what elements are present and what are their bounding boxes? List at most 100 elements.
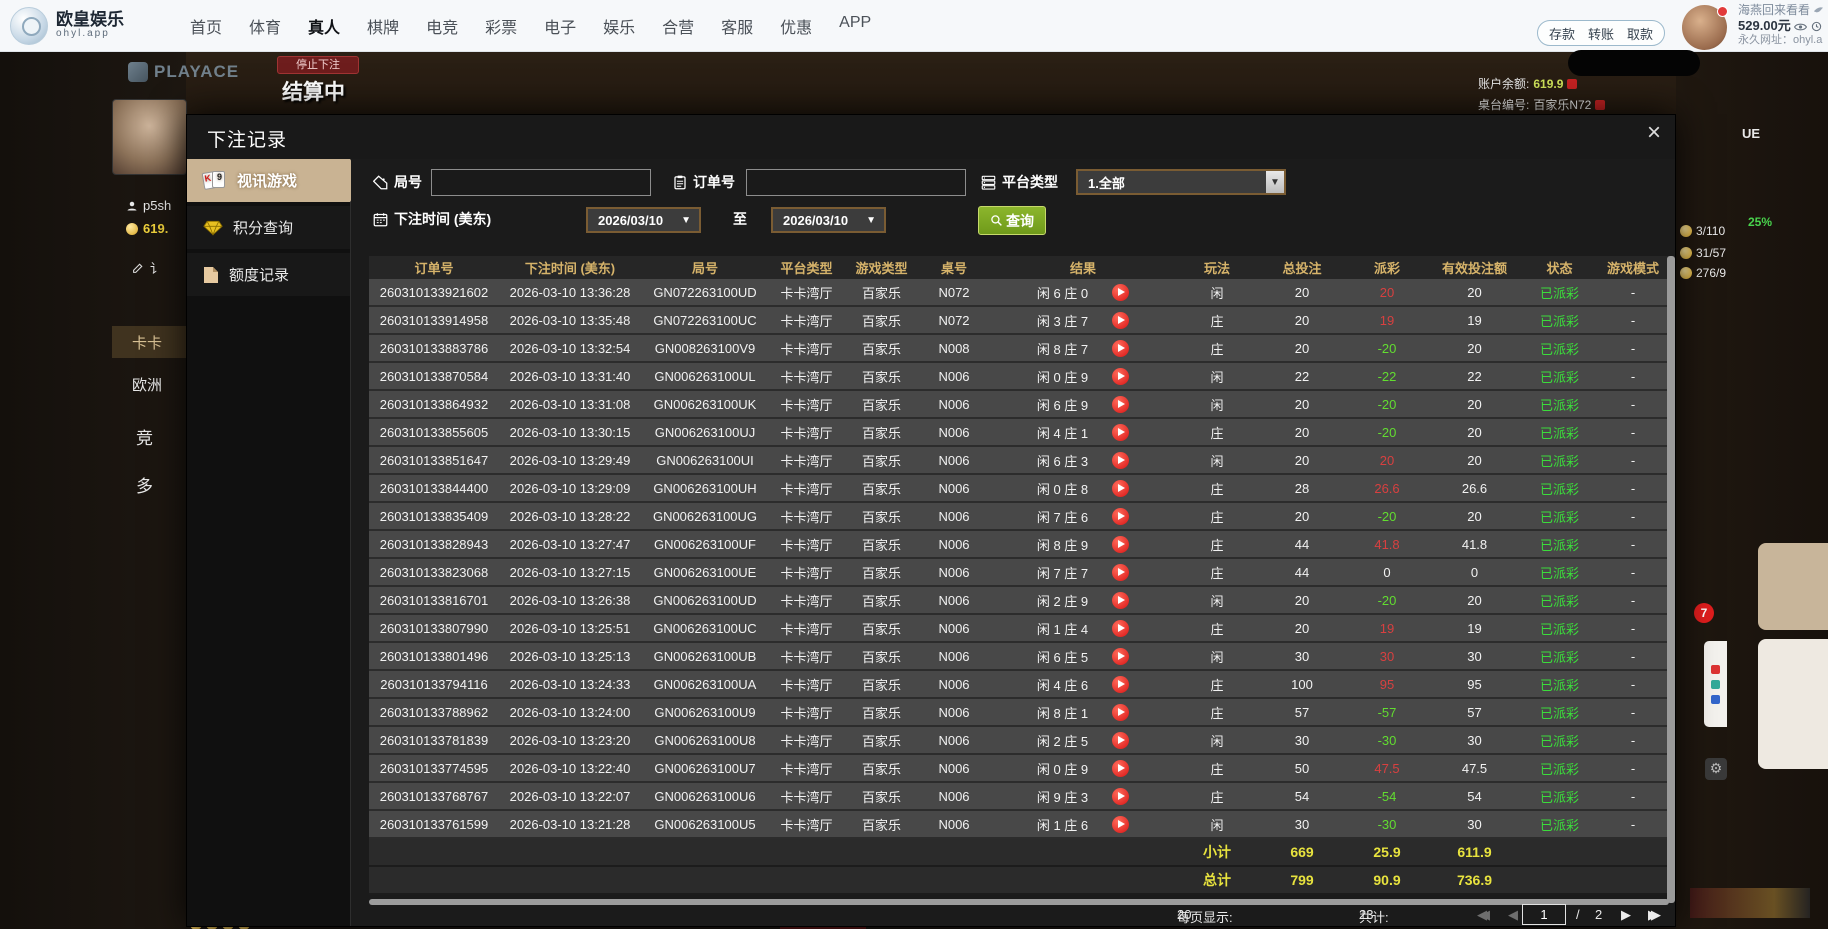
play-video-button[interactable] <box>1112 340 1129 357</box>
sidebar-menu-jing[interactable]: 竞 <box>136 424 153 449</box>
cell: GN006263100UG <box>641 509 769 524</box>
table-row: 2603101337818392026-03-10 13:23:20GN0062… <box>369 727 1669 755</box>
cell: N006 <box>919 397 989 412</box>
nav-item[interactable]: APP <box>839 14 871 38</box>
table-row: 2603101338705842026-03-10 13:31:40GN0062… <box>369 363 1669 391</box>
coin-icon <box>1680 225 1692 237</box>
side-panel-tab[interactable] <box>1704 641 1727 727</box>
modal-sidebar: K9 视讯游戏 积分查询 额度记录 <box>187 159 351 926</box>
nav-item[interactable]: 首页 <box>190 14 222 38</box>
play-video-button[interactable] <box>1112 592 1129 609</box>
play-video-button[interactable] <box>1112 284 1129 301</box>
play-video-button[interactable] <box>1112 368 1129 385</box>
nav-item[interactable]: 优惠 <box>780 14 812 38</box>
cell-result: 闲 7 庄 6 <box>989 507 1177 526</box>
cell: 44 <box>1257 565 1347 580</box>
nav-item[interactable]: 客服 <box>721 14 753 38</box>
round-number-input[interactable] <box>431 169 651 196</box>
sidebar-menu-kaka[interactable]: 卡卡 <box>112 326 186 358</box>
cell-result: 闲 6 庄 5 <box>989 647 1177 666</box>
play-video-button[interactable] <box>1112 760 1129 777</box>
site-logo[interactable]: 欧皇娱乐 ohyl.app <box>10 7 124 45</box>
search-button[interactable]: 查询 <box>978 206 1046 235</box>
next-page-button[interactable]: ▶ <box>1621 907 1631 923</box>
blacked-out-banner <box>1568 50 1700 76</box>
page-number-input[interactable] <box>1522 904 1566 925</box>
table-header-row: 订单号下注时间 (美东)局号平台类型游戏类型桌号结果玩法总投注派彩有效投注额状态… <box>369 256 1669 279</box>
play-video-button[interactable] <box>1112 396 1129 413</box>
play-video-button[interactable] <box>1112 564 1129 581</box>
first-page-button[interactable]: ◀◀ <box>1477 907 1490 923</box>
cell: 百家乐 <box>844 507 919 526</box>
nav-item[interactable]: 电子 <box>544 14 576 38</box>
play-video-button[interactable] <box>1112 424 1129 441</box>
close-icon[interactable]: × <box>1647 121 1661 145</box>
cell: 百家乐 <box>844 759 919 778</box>
cell: - <box>1597 453 1669 468</box>
sidebar-menu-duo[interactable]: 多 <box>136 472 153 497</box>
cell: 闲 <box>1177 451 1257 470</box>
pagination-bar: 每页显示: 20 共计: 23 ◀◀ ◀ / 2 ▶ ▶▶ <box>351 907 1675 926</box>
play-video-button[interactable] <box>1112 508 1129 525</box>
clipboard-icon <box>673 175 687 190</box>
platform-type-select[interactable]: 1.全部 ▼ <box>1076 169 1286 195</box>
cell: 百家乐 <box>844 815 919 834</box>
vertical-scrollbar[interactable] <box>1667 256 1675 903</box>
nav-item[interactable]: 彩票 <box>485 14 517 38</box>
play-video-button[interactable] <box>1112 676 1129 693</box>
play-video-button[interactable] <box>1112 452 1129 469</box>
wallet-button[interactable]: 取款 <box>1627 24 1653 43</box>
cell: 54 <box>1427 789 1522 804</box>
user-info: 海燕回来看看 529.00元 永久网址：ohyl.a <box>1738 3 1824 48</box>
nav-item[interactable]: 娱乐 <box>603 14 635 38</box>
sidebar-item-quota-records[interactable]: 额度记录 <box>187 253 350 296</box>
date-from-select[interactable]: 2026/03/10 ▼ <box>586 207 701 233</box>
cell: N006 <box>919 481 989 496</box>
nav-item[interactable]: 真人 <box>308 14 340 38</box>
play-video-button[interactable] <box>1112 480 1129 497</box>
nav-item[interactable]: 体育 <box>249 14 281 38</box>
column-header: 局号 <box>641 258 769 277</box>
refresh-clock-icon[interactable] <box>1811 21 1822 32</box>
cut-text-ue: UE <box>1742 126 1760 141</box>
play-video-button[interactable] <box>1112 312 1129 329</box>
nav-item[interactable]: 合营 <box>662 14 694 38</box>
horizontal-scrollbar[interactable] <box>369 899 1669 905</box>
cell: 卡卡湾厅 <box>769 619 844 638</box>
table-row: 2603101338079902026-03-10 13:25:51GN0062… <box>369 615 1669 643</box>
play-video-button[interactable] <box>1112 732 1129 749</box>
total-label: 总计 <box>1177 870 1257 890</box>
wallet-button[interactable]: 转账 <box>1588 24 1614 43</box>
play-video-button[interactable] <box>1112 704 1129 721</box>
gear-icon[interactable]: ⚙ <box>1705 758 1727 780</box>
cell: 2026-03-10 13:31:08 <box>499 397 641 412</box>
previous-page-button[interactable]: ◀ <box>1508 907 1518 923</box>
cell: 已派彩 <box>1522 479 1597 498</box>
eye-icon[interactable] <box>1794 22 1807 32</box>
sidebar-item-video-games[interactable]: K9 视讯游戏 <box>187 159 350 202</box>
platform-type-label: 平台类型 <box>981 172 1058 192</box>
cell: 57 <box>1427 705 1522 720</box>
play-video-button[interactable] <box>1112 536 1129 553</box>
last-page-button[interactable]: ▶▶ <box>1648 907 1661 923</box>
cell: - <box>1597 677 1669 692</box>
play-video-button[interactable] <box>1112 620 1129 637</box>
cell: 260310133788962 <box>369 705 499 720</box>
date-to-select[interactable]: 2026/03/10 ▼ <box>771 207 886 233</box>
play-video-button[interactable] <box>1112 816 1129 833</box>
cell: - <box>1597 789 1669 804</box>
cell: 26.6 <box>1427 481 1522 496</box>
sidebar-menu-europe[interactable]: 欧洲 <box>132 374 162 395</box>
playing-cards-icon: K9 <box>203 171 227 190</box>
wallet-button[interactable]: 存款 <box>1549 24 1575 43</box>
order-number-input[interactable] <box>746 169 966 196</box>
coin-icon <box>1680 247 1692 259</box>
play-video-button[interactable] <box>1112 648 1129 665</box>
sidebar-item-points-query[interactable]: 积分查询 <box>187 206 350 249</box>
column-header: 订单号 <box>369 258 499 277</box>
nav-item[interactable]: 棋牌 <box>367 14 399 38</box>
play-video-button[interactable] <box>1112 788 1129 805</box>
cell: 已派彩 <box>1522 339 1597 358</box>
cell: - <box>1597 537 1669 552</box>
nav-item[interactable]: 电竞 <box>426 14 458 38</box>
